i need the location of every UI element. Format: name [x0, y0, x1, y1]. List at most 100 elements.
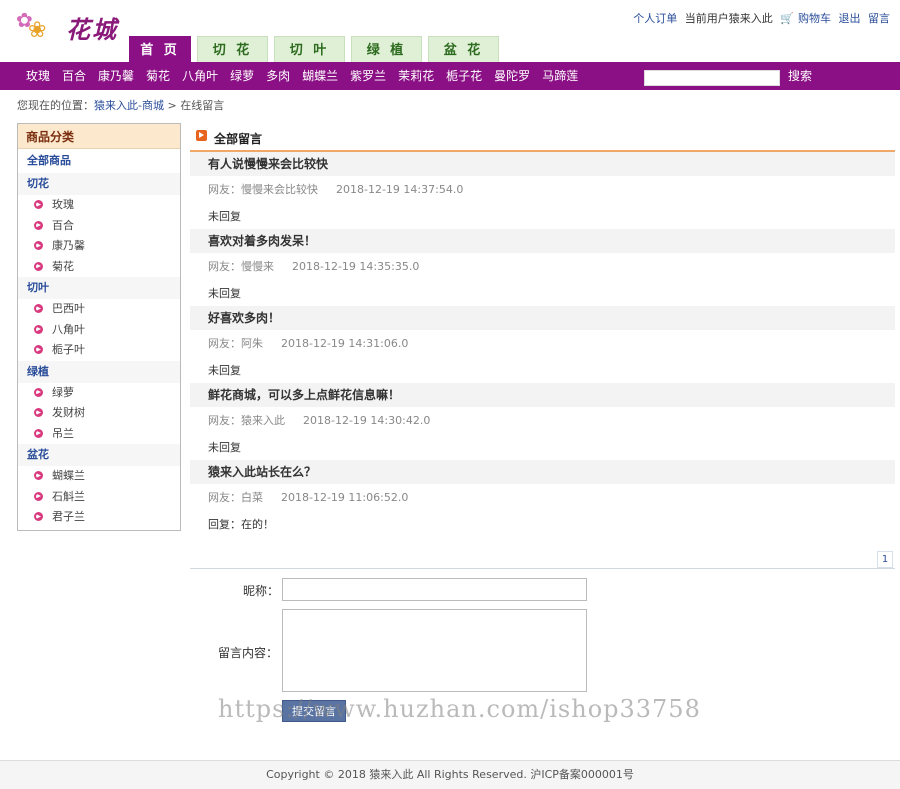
bullet-arrow-icon — [34, 304, 43, 313]
message-item: 喜欢对着多肉发呆！ 网友：慢慢来 2018-12-19 14:35:35.0 未回复 — [190, 229, 895, 306]
search-button[interactable]: 搜索 — [788, 62, 812, 90]
top-links: 个人订单 当前用户猿来入此 🛒 购物车 退出 留言 — [629, 10, 890, 26]
tab-home[interactable]: 首 页 — [129, 36, 191, 62]
footer: Copyright © 2018 猿来入此 All Rights Reserve… — [0, 760, 900, 789]
message-author: 网友：慢慢来会比较快 — [208, 183, 318, 196]
message-meta: 网友：白菜 2018-12-19 11:06:52.0 — [190, 484, 895, 512]
bullet-arrow-icon — [34, 491, 43, 501]
nav-category-item[interactable]: 紫罗兰 — [344, 62, 392, 90]
message-author: 网友：猿来入此 — [208, 414, 285, 427]
cart-icon[interactable]: 🛒 — [780, 12, 794, 25]
message-list-header: 全部留言 — [190, 123, 895, 152]
sidebar-item[interactable]: 蝴蝶兰 — [18, 466, 180, 487]
message-reply: 未回复 — [208, 287, 241, 300]
message-reply: 未回复 — [208, 210, 241, 223]
message-content-label: 留言内容： — [218, 646, 279, 660]
orders-link[interactable]: 个人订单 — [633, 12, 677, 25]
sidebar-item[interactable]: 八角叶 — [18, 320, 180, 341]
tab-potted-flowers[interactable]: 盆 花 — [428, 36, 499, 62]
bullet-arrow-icon — [34, 324, 43, 334]
nav-category-item[interactable]: 茉莉花 — [392, 62, 440, 90]
bullet-arrow-icon — [34, 241, 43, 250]
sidebar-item-label: 发财树 — [52, 406, 85, 419]
message-list-title: 全部留言 — [214, 132, 263, 146]
message-timestamp: 2018-12-19 14:37:54.0 — [336, 183, 464, 196]
logo-text: 花城 — [66, 15, 118, 44]
sidebar-group-title[interactable]: 绿植 — [18, 360, 180, 383]
sidebar-item-label: 玫瑰 — [52, 198, 74, 211]
message-reply: 未回复 — [208, 364, 241, 377]
nav-category-item[interactable]: 马蹄莲 — [536, 62, 584, 90]
nav-category-item[interactable]: 菊花 — [140, 62, 176, 90]
page-number-button[interactable]: 1 — [877, 551, 893, 568]
message-timestamp: 2018-12-19 11:06:52.0 — [281, 491, 409, 504]
bullet-arrow-icon — [34, 512, 43, 521]
sidebar-group-title[interactable]: 切花 — [18, 173, 180, 195]
message-list-panel: 全部留言 有人说慢慢来会比较快网友：慢慢来会比较快 2018-12-19 14:3… — [190, 123, 895, 537]
nav-category-item[interactable]: 玫瑰 — [20, 62, 56, 90]
message-item: 猿来入此站长在么？ 网友：白菜 2018-12-19 11:06:52.0 回复：在的… — [190, 460, 895, 537]
sidebar-all-products[interactable]: 全部商品 — [18, 149, 180, 173]
search-input[interactable] — [644, 70, 780, 86]
footer-copyright: Copyright © 2018 猿来入此 All Rights Reserve… — [266, 768, 634, 781]
sidebar-item[interactable]: 绿萝 — [18, 383, 180, 404]
breadcrumb-prefix: 您现在的位置： — [17, 99, 94, 112]
nav-category-item[interactable]: 八角叶 — [176, 62, 224, 90]
message-author: 网友：慢慢来 — [208, 260, 274, 273]
sidebar-item[interactable]: 石斛兰 — [18, 487, 180, 508]
sidebar-item[interactable]: 栀子叶 — [18, 340, 180, 361]
nav-category-item[interactable]: 栀子花 — [440, 62, 488, 90]
message-content-textarea[interactable] — [282, 609, 587, 692]
cart-link[interactable]: 购物车 — [798, 12, 831, 25]
sidebar-item-label: 蝴蝶兰 — [52, 469, 85, 482]
tab-cut-leaves[interactable]: 切 叶 — [274, 36, 345, 62]
sidebar-item-label: 八角叶 — [52, 322, 85, 336]
tab-green-plants[interactable]: 绿 植 — [351, 36, 422, 62]
message-meta: 网友：猿来入此 2018-12-19 14:30:42.0 — [190, 407, 895, 435]
sidebar-item[interactable]: 君子兰 — [18, 507, 180, 528]
sidebar-item[interactable]: 巴西叶 — [18, 299, 180, 320]
bullet-arrow-icon — [34, 200, 43, 209]
sidebar-item[interactable]: 发财树 — [18, 403, 180, 424]
message-title: 有人说慢慢来会比较快 — [190, 152, 895, 176]
sidebar-title: 商品分类 — [18, 124, 180, 149]
sidebar-item[interactable]: 菊花 — [18, 257, 180, 278]
guestbook-link[interactable]: 留言 — [868, 12, 890, 25]
bullet-arrow-icon — [34, 408, 43, 417]
breadcrumb-home-link[interactable]: 猿来入此-商城 — [94, 99, 164, 112]
category-nav: 玫瑰 百合 康乃馨 菊花 八角叶 绿萝 多肉 蝴蝶兰 紫罗兰 茉莉花 栀子花 曼陀罗 马蹄莲 搜索 — [0, 62, 900, 90]
message-list: 有人说慢慢来会比较快网友：慢慢来会比较快 2018-12-19 14:37:54.… — [190, 152, 895, 537]
category-nav-items: 玫瑰 百合 康乃馨 菊花 八角叶 绿萝 多肉 蝴蝶兰 紫罗兰 茉莉花 栀子花 曼陀罗 马蹄莲 — [20, 62, 584, 90]
nav-category-item[interactable]: 康乃馨 — [92, 62, 140, 90]
nav-category-item[interactable]: 绿萝 — [224, 62, 260, 90]
message-meta: 网友：阿朱 2018-12-19 14:31:06.0 — [190, 330, 895, 358]
sidebar-item[interactable]: 玫瑰 — [18, 195, 180, 216]
nav-category-item[interactable]: 百合 — [56, 62, 92, 90]
nav-category-item[interactable]: 蝴蝶兰 — [296, 62, 344, 90]
message-timestamp: 2018-12-19 14:30:42.0 — [303, 414, 431, 427]
message-title: 好喜欢多肉！ — [190, 306, 895, 330]
tab-cut-flowers[interactable]: 切 花 — [197, 36, 268, 62]
nav-category-item[interactable]: 曼陀罗 — [488, 62, 536, 90]
nav-category-item[interactable]: 多肉 — [260, 62, 296, 90]
logout-link[interactable]: 退出 — [839, 12, 861, 25]
sidebar-item-label: 君子兰 — [52, 510, 85, 523]
message-author: 网友：阿朱 — [208, 337, 263, 350]
sidebar-item-label: 百合 — [52, 218, 74, 232]
sidebar-item[interactable]: 康乃馨 — [18, 236, 180, 257]
sidebar-item[interactable]: 吊兰 — [18, 424, 180, 445]
header: ✿ ❀ 花城 个人订单 当前用户猿来入此 🛒 购物车 退出 留言 首 页 切 花 … — [0, 0, 900, 62]
bullet-arrow-icon — [34, 345, 43, 354]
sidebar-group-title[interactable]: 切叶 — [18, 277, 180, 299]
sidebar-group-title[interactable]: 盆花 — [18, 444, 180, 466]
watermark-text: https://www.huzhan.com/ishop33758 — [218, 695, 701, 723]
bullet-arrow-icon — [34, 220, 43, 230]
breadcrumb: 您现在的位置：猿来入此-商城 > 在线留言 — [17, 97, 224, 113]
nickname-input[interactable] — [282, 578, 587, 601]
message-meta: 网友：慢慢来 2018-12-19 14:35:35.0 — [190, 253, 895, 281]
sidebar-item-label: 绿萝 — [52, 385, 74, 399]
sidebar-item-label: 康乃馨 — [52, 239, 85, 252]
site-logo[interactable]: ✿ ❀ 花城 — [14, 6, 126, 46]
main-tabs: 首 页 切 花 切 叶 绿 植 盆 花 — [129, 36, 499, 62]
sidebar-item[interactable]: 百合 — [18, 216, 180, 237]
